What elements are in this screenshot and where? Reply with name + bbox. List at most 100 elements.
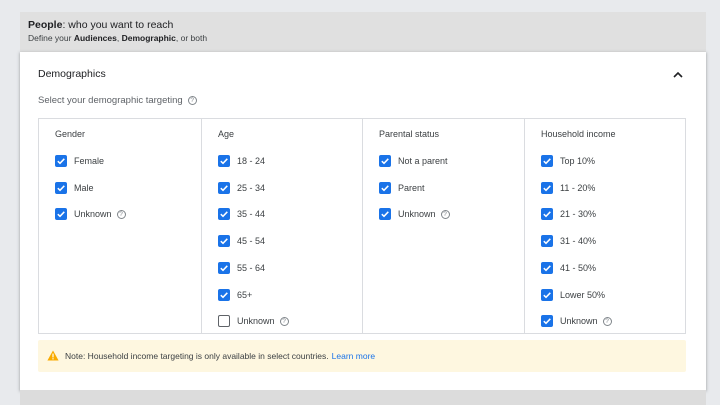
check-icon — [543, 318, 551, 325]
check-icon — [381, 211, 389, 218]
demographic-options-grid: Gender Female Male Unknown? Age 18 - 24 25 - 3… — [38, 118, 686, 334]
column-gender: Gender Female Male Unknown? — [39, 119, 201, 333]
option-parental-status-parent[interactable]: Parent — [379, 181, 425, 195]
checkbox-checked[interactable] — [541, 208, 553, 221]
audiences-text: Audiences — [73, 33, 117, 43]
option-label: 21 - 30% — [560, 209, 597, 220]
help-icon[interactable]: ? — [279, 316, 289, 326]
check-icon — [543, 265, 551, 272]
option-label: Unknown — [237, 316, 275, 327]
checkbox-checked[interactable] — [379, 155, 391, 167]
option-label: 25 - 34 — [237, 182, 266, 193]
checkbox-checked[interactable] — [541, 261, 553, 274]
option-parental-status-unknown[interactable]: Unknown? — [379, 207, 450, 221]
option-gender-male[interactable]: Male — [55, 181, 94, 195]
option-age-45-54[interactable]: 45 - 54 — [218, 234, 265, 248]
option-age-65[interactable]: 65+ — [218, 288, 252, 302]
option-label: 31 - 40% — [560, 236, 597, 247]
checkbox-checked[interactable] — [55, 155, 67, 167]
check-icon — [543, 291, 551, 298]
option-age-unknown[interactable]: Unknown? — [218, 314, 289, 328]
demographics-title: Demographics — [38, 68, 106, 80]
option-label: 11 - 20% — [560, 182, 596, 193]
option-gender-unknown[interactable]: Unknown? — [55, 207, 126, 221]
checkbox-checked[interactable] — [218, 155, 230, 167]
option-household-income-31-40[interactable]: 31 - 40% — [541, 234, 596, 248]
check-icon — [57, 158, 65, 165]
warning-icon — [47, 350, 59, 361]
check-icon — [381, 184, 389, 192]
check-icon — [220, 211, 228, 218]
option-age-25-34[interactable]: 25 - 34 — [218, 181, 265, 195]
column-age: Age 18 - 24 25 - 34 35 - 44 45 - 54 55 - 64 65… — [201, 119, 362, 333]
section-title: People: who you want to reach — [28, 19, 174, 31]
learn-more-link[interactable]: Learn more — [332, 351, 375, 361]
column-heading: Gender — [55, 129, 86, 139]
demographics-card: Demographics Select your demographic tar… — [20, 52, 706, 390]
section-subtitle: Define your Audiences, Demographic, or b… — [28, 33, 208, 43]
check-icon — [57, 184, 65, 192]
check-icon — [543, 211, 551, 218]
option-household-income-lower-50[interactable]: Lower 50% — [541, 288, 605, 302]
option-label: Unknown — [74, 209, 112, 220]
checkbox-checked[interactable] — [541, 235, 553, 248]
column-heading: Household income — [541, 129, 616, 139]
chevron-up-icon[interactable] — [670, 67, 686, 83]
checkbox-checked[interactable] — [55, 208, 67, 221]
option-age-35-44[interactable]: 35 - 44 — [218, 207, 265, 221]
checkbox-checked[interactable] — [541, 181, 553, 194]
option-label: Lower 50% — [560, 289, 606, 300]
help-icon[interactable]: ? — [602, 316, 612, 326]
option-age-18-24[interactable]: 18 - 24 — [218, 154, 265, 168]
check-icon — [543, 184, 551, 192]
option-household-income-unknown[interactable]: Unknown? — [541, 314, 612, 328]
checkbox-checked[interactable] — [55, 181, 67, 194]
column-parental-status: Parental status Not a parent Parent Unknown… — [362, 119, 524, 333]
option-parental-status-not-a-parent[interactable]: Not a parent — [379, 154, 448, 168]
option-household-income-21-30[interactable]: 21 - 30% — [541, 207, 596, 221]
check-icon — [220, 158, 228, 165]
option-label: 18 - 24 — [237, 156, 266, 166]
note-text: Note: Household income targeting is only… — [65, 351, 376, 361]
option-label: Unknown — [560, 316, 598, 327]
checkbox-checked[interactable] — [541, 315, 553, 328]
income-note-banner: Note: Household income targeting is only… — [38, 340, 686, 372]
option-label: Unknown — [398, 209, 436, 220]
checkbox-checked[interactable] — [541, 155, 553, 167]
option-label: 35 - 44 — [237, 209, 266, 220]
help-icon[interactable]: ? — [440, 209, 450, 219]
option-label: Top 10% — [560, 156, 596, 166]
checkbox-checked[interactable] — [218, 235, 230, 248]
check-icon — [57, 211, 65, 218]
help-icon[interactable]: ? — [187, 95, 197, 105]
option-label: 45 - 54 — [237, 236, 266, 247]
help-icon[interactable]: ? — [116, 209, 126, 219]
option-label: Female — [74, 156, 105, 166]
checkbox-checked[interactable] — [379, 181, 391, 194]
checkbox-checked[interactable] — [218, 261, 230, 274]
option-household-income-41-50[interactable]: 41 - 50% — [541, 261, 596, 275]
check-icon — [543, 158, 551, 165]
next-section-strip — [20, 390, 706, 405]
demographic-text: Demographic — [121, 33, 176, 43]
option-label: Not a parent — [398, 156, 448, 166]
check-icon — [381, 158, 389, 165]
option-label: 55 - 64 — [237, 262, 266, 273]
option-household-income-top-10[interactable]: Top 10% — [541, 154, 595, 168]
column-heading: Parental status — [379, 129, 440, 139]
option-household-income-11-20[interactable]: 11 - 20% — [541, 181, 595, 195]
column-household-income: Household income Top 10% 11 - 20% 21 - 30% 3… — [524, 119, 685, 333]
option-gender-female[interactable]: Female — [55, 154, 104, 168]
option-label: 41 - 50% — [560, 262, 597, 273]
column-heading: Age — [218, 129, 235, 139]
checkbox-checked[interactable] — [541, 288, 553, 301]
check-icon — [220, 184, 228, 192]
checkbox-checked[interactable] — [218, 181, 230, 194]
option-age-55-64[interactable]: 55 - 64 — [218, 261, 265, 275]
check-icon — [543, 238, 551, 245]
checkbox-checked[interactable] — [218, 288, 230, 301]
checkbox-unchecked[interactable] — [218, 315, 230, 328]
checkbox-checked[interactable] — [218, 208, 230, 221]
demographic-targeting-label: Select your demographic targeting? — [38, 95, 197, 106]
checkbox-checked[interactable] — [379, 208, 391, 221]
